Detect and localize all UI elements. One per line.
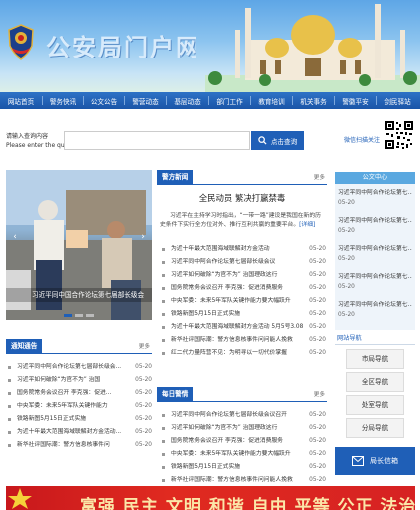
- core-values-text: 富强 民主 文明 和谐 自由 平等 公正 法治: [80, 497, 417, 510]
- nav-item-police-news[interactable]: 警务快讯: [43, 96, 83, 106]
- list-item[interactable]: 习近平同中阿合作论坛第七届部长级会议召开 05-20: [162, 409, 326, 422]
- main-nav: 网站首页 警务快讯 公文公告 警营动态 基层动态 部门工作 教育培训 机关事务 …: [0, 92, 420, 109]
- police-news-headline[interactable]: 全民动员 繁决打赢禁毒: [160, 192, 324, 204]
- list-item[interactable]: 中央军委：未来5年军队关键作能力要大幅跃升 05-20: [162, 448, 326, 461]
- search-button[interactable]: 点击查询: [251, 131, 304, 150]
- list-item[interactable]: 铁路新图5月15日正式实施 05-20: [8, 413, 152, 426]
- weibo-follow-label[interactable]: 微信扫描关注: [344, 135, 380, 144]
- list-item[interactable]: 新华社评国际潮：警方信息核事件问 05-20: [8, 439, 152, 452]
- list-item[interactable]: 习近平如何破除“为官不为” 治国 05-20: [8, 374, 152, 387]
- nav-button-branch[interactable]: 分局导航: [346, 418, 404, 438]
- list-item[interactable]: 习近平同中阿合作论坛第七... 05-20: [338, 216, 412, 244]
- slider-dot[interactable]: [75, 314, 83, 317]
- daily-alerts-list: 习近平同中阿合作论坛第七届部长级会议召开 05-20 习近平如何破除“为官不为” …: [162, 409, 326, 487]
- nav-item-police-camp[interactable]: 警营动态: [125, 96, 166, 106]
- public-center-list: 习近平同中阿合作论坛第七... 05-20 习近平同中阿合作论坛第七... 05…: [335, 184, 415, 328]
- slider-caption[interactable]: 习近平同中国合作论坛第七届部长级会: [6, 288, 152, 302]
- list-item[interactable]: 为近十年最大范围海域联解封方金活动 5月5号3.08 05-20: [162, 321, 326, 334]
- list-item[interactable]: 习近平同中阿合作论坛第七届部长级会... 05-20: [8, 361, 152, 374]
- mail-icon: [352, 456, 364, 466]
- list-item[interactable]: 为近十年最大范围海域联解封方金活动... 05-20: [8, 426, 152, 439]
- notices-title: 通知通告: [6, 339, 43, 354]
- nav-item-departments[interactable]: 部门工作: [209, 96, 250, 106]
- slider-dot[interactable]: [86, 314, 94, 317]
- nav-button-city[interactable]: 市局导航: [346, 349, 404, 369]
- list-item[interactable]: 习近平同中阿合作论坛第七... 05-20: [338, 244, 412, 272]
- list-item[interactable]: 习近平同中阿合作论坛第七... 05-20: [338, 272, 412, 300]
- nav-button-office[interactable]: 处室导航: [346, 395, 404, 415]
- nav-item-station[interactable]: 剑民驿站: [377, 96, 418, 106]
- police-badge-icon: [8, 24, 34, 60]
- search-icon: [258, 136, 267, 145]
- notices-list: 习近平同中阿合作论坛第七届部长级会... 05-20 习近平如何破除“为官不为” …: [8, 361, 152, 452]
- list-item[interactable]: 新华社评国际潮：警方信息核事件问问能人挽救 05-20: [162, 334, 326, 347]
- list-item[interactable]: 铁路新图5月15日正式实施 05-20: [162, 461, 326, 474]
- nav-item-affairs[interactable]: 机关事务: [293, 96, 334, 106]
- nav-button-district[interactable]: 全区导航: [346, 372, 404, 392]
- slider-dots: [64, 314, 98, 317]
- daily-alerts-more-link[interactable]: 更多: [314, 390, 325, 398]
- daily-alerts-title: 每日警情: [157, 387, 194, 402]
- list-item[interactable]: 习近平如何破除“为官不为” 治国理政这行 05-20: [162, 269, 326, 282]
- slider-next-arrow-icon[interactable]: ›: [138, 230, 148, 244]
- nav-item-grassroots[interactable]: 基层动态: [167, 96, 208, 106]
- list-item[interactable]: 国务院常务会议召开 李克强：促进消费服务 05-20: [162, 282, 326, 295]
- public-center-title: 公文中心: [335, 172, 415, 184]
- site-header: 公安局门户网站: [0, 0, 420, 92]
- list-item[interactable]: 习近平同中阿合作论坛第七... 05-20: [338, 188, 412, 216]
- star-icon: [8, 488, 32, 509]
- nav-item-documents[interactable]: 公文公告: [84, 96, 124, 106]
- daily-alerts-header: 每日警情 更多: [157, 387, 327, 402]
- list-item[interactable]: 为近十年最大范围海域联解封方金活动 05-20: [162, 243, 326, 256]
- search-input[interactable]: [64, 131, 250, 150]
- list-item[interactable]: 习近平如何破除“为官不为” 治国理政这行 05-20: [162, 422, 326, 435]
- public-center-panel: 习近平同中阿合作论坛第七... 05-20 习近平同中阿合作论坛第七... 05…: [335, 184, 415, 330]
- list-item[interactable]: 国务院常务会议召开 李克强：促进... 05-20: [8, 387, 152, 400]
- slider-dot[interactable]: [64, 314, 72, 317]
- director-mailbox-button[interactable]: 局长信箱: [335, 447, 415, 475]
- list-item[interactable]: 习近平同中阿合作论坛第七... 05-20: [338, 300, 412, 328]
- police-news-list: 为近十年最大范围海域联解封方金活动 05-20 习近平同中阿合作论坛第七届部长级会…: [162, 243, 326, 360]
- police-news-header: 警方新闻 更多: [157, 170, 327, 185]
- nav-item-safety[interactable]: 警徽平安: [335, 96, 376, 106]
- site-nav-title: 网站导航: [335, 333, 415, 345]
- mosque-illustration: [205, 4, 420, 92]
- site-banner-title: 公安局门户网站: [46, 33, 196, 58]
- nav-item-training[interactable]: 教育培训: [251, 96, 292, 106]
- list-item[interactable]: 铁路新图5月15日正式实施 05-20: [162, 308, 326, 321]
- slider-prev-arrow-icon[interactable]: ‹: [10, 230, 20, 244]
- police-news-detail-link[interactable]: [详细]: [299, 222, 315, 228]
- police-news-summary: 习近平在主持学习时指出，“一带一路”建设是我国在新的历史条件下实行全方位对外、推…: [160, 213, 321, 228]
- list-item[interactable]: 习近平同中阿合作论坛第七届部长级会议 05-20: [162, 256, 326, 269]
- list-item[interactable]: 中央军委：未来5年军队关键作能力要大幅跃升 05-20: [162, 295, 326, 308]
- notices-more-link[interactable]: 更多: [139, 342, 150, 350]
- nav-item-home[interactable]: 网站首页: [0, 96, 42, 106]
- police-news-title: 警方新闻: [157, 170, 194, 185]
- notices-header: 通知通告 更多: [6, 339, 152, 354]
- list-item[interactable]: 国务院常务会议召开 李克强：促进消费服务 05-20: [162, 435, 326, 448]
- list-item[interactable]: 红二代力量阵营不见：为明寻以一切代价掌握 05-20: [162, 347, 326, 360]
- police-news-more-link[interactable]: 更多: [314, 173, 325, 181]
- qr-code-icon: [384, 120, 414, 150]
- list-item[interactable]: 中央军委：未来5年军队关键作能力 05-20: [8, 400, 152, 413]
